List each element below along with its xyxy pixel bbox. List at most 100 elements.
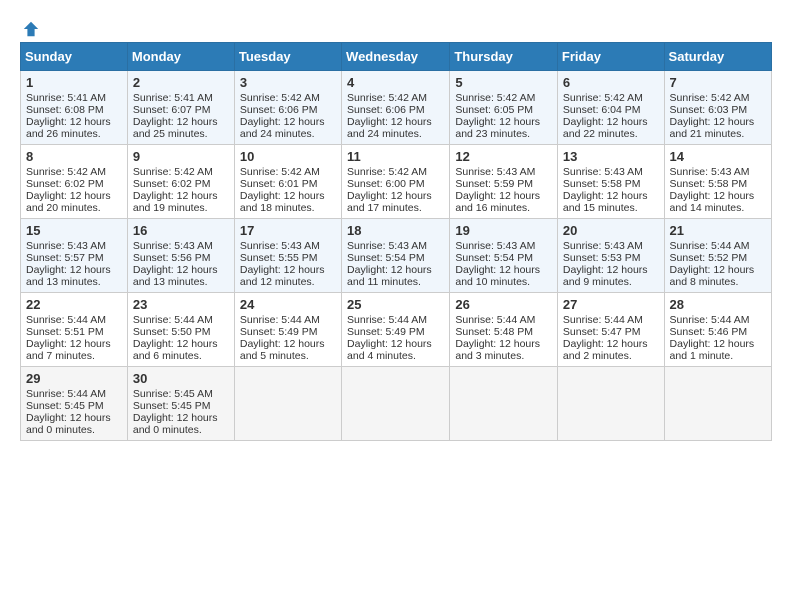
day-number: 11	[347, 149, 444, 164]
day-number: 24	[240, 297, 336, 312]
calendar-day-header: Wednesday	[342, 43, 450, 71]
day-number: 25	[347, 297, 444, 312]
day-number: 15	[26, 223, 122, 238]
sunrise-text: Sunrise: 5:42 AM	[240, 166, 336, 178]
calendar-cell: 25Sunrise: 5:44 AMSunset: 5:49 PMDayligh…	[342, 293, 450, 367]
daylight-text: Daylight: 12 hours and 26 minutes.	[26, 116, 122, 140]
day-number: 19	[455, 223, 552, 238]
sunset-text: Sunset: 5:50 PM	[133, 326, 229, 338]
sunrise-text: Sunrise: 5:42 AM	[347, 92, 444, 104]
calendar-cell: 2 Sunrise: 5:41 AMSunset: 6:07 PMDaylight…	[127, 71, 234, 145]
sunrise-text: Sunrise: 5:42 AM	[563, 92, 659, 104]
day-number: 14	[670, 149, 766, 164]
sunrise-text: Sunrise: 5:43 AM	[240, 240, 336, 252]
daylight-text: Daylight: 12 hours and 12 minutes.	[240, 264, 336, 288]
sunset-text: Sunset: 6:08 PM	[26, 104, 122, 116]
calendar-cell	[342, 367, 450, 441]
sunset-text: Sunset: 6:07 PM	[133, 104, 229, 116]
day-number: 20	[563, 223, 659, 238]
calendar-cell	[450, 367, 558, 441]
sunset-text: Sunset: 5:57 PM	[26, 252, 122, 264]
day-number: 12	[455, 149, 552, 164]
calendar-day-header: Thursday	[450, 43, 558, 71]
day-number: 13	[563, 149, 659, 164]
daylight-text: Daylight: 12 hours and 25 minutes.	[133, 116, 229, 140]
sunrise-text: Sunrise: 5:43 AM	[670, 166, 766, 178]
daylight-text: Daylight: 12 hours and 19 minutes.	[133, 190, 229, 214]
daylight-text: Daylight: 12 hours and 20 minutes.	[26, 190, 122, 214]
daylight-text: Daylight: 12 hours and 9 minutes.	[563, 264, 659, 288]
sunrise-text: Sunrise: 5:44 AM	[455, 314, 552, 326]
sunrise-text: Sunrise: 5:43 AM	[347, 240, 444, 252]
day-number: 22	[26, 297, 122, 312]
sunset-text: Sunset: 5:51 PM	[26, 326, 122, 338]
sunset-text: Sunset: 6:06 PM	[240, 104, 336, 116]
daylight-text: Daylight: 12 hours and 14 minutes.	[670, 190, 766, 214]
calendar-cell: 6Sunrise: 5:42 AMSunset: 6:04 PMDaylight…	[557, 71, 664, 145]
day-number: 4	[347, 75, 444, 90]
calendar-cell: 12Sunrise: 5:43 AMSunset: 5:59 PMDayligh…	[450, 145, 558, 219]
sunrise-text: Sunrise: 5:44 AM	[26, 314, 122, 326]
sunset-text: Sunset: 5:49 PM	[347, 326, 444, 338]
page-header	[20, 20, 772, 32]
day-number: 3	[240, 75, 336, 90]
sunset-text: Sunset: 6:05 PM	[455, 104, 552, 116]
day-number: 27	[563, 297, 659, 312]
sunrise-text: Sunrise: 5:44 AM	[670, 240, 766, 252]
sunset-text: Sunset: 6:02 PM	[133, 178, 229, 190]
daylight-text: Daylight: 12 hours and 15 minutes.	[563, 190, 659, 214]
daylight-text: Daylight: 12 hours and 21 minutes.	[670, 116, 766, 140]
sunrise-text: Sunrise: 5:45 AM	[133, 388, 229, 400]
day-number: 8	[26, 149, 122, 164]
sunrise-text: Sunrise: 5:43 AM	[563, 166, 659, 178]
sunrise-text: Sunrise: 5:42 AM	[670, 92, 766, 104]
sunrise-text: Sunrise: 5:42 AM	[347, 166, 444, 178]
calendar-cell: 10Sunrise: 5:42 AMSunset: 6:01 PMDayligh…	[234, 145, 341, 219]
daylight-text: Daylight: 12 hours and 4 minutes.	[347, 338, 444, 362]
calendar-cell: 27Sunrise: 5:44 AMSunset: 5:47 PMDayligh…	[557, 293, 664, 367]
sunrise-text: Sunrise: 5:42 AM	[26, 166, 122, 178]
sunset-text: Sunset: 6:06 PM	[347, 104, 444, 116]
day-number: 16	[133, 223, 229, 238]
day-number: 2	[133, 75, 229, 90]
sunrise-text: Sunrise: 5:42 AM	[455, 92, 552, 104]
day-number: 29	[26, 371, 122, 386]
sunrise-text: Sunrise: 5:44 AM	[133, 314, 229, 326]
calendar-table: SundayMondayTuesdayWednesdayThursdayFrid…	[20, 42, 772, 441]
daylight-text: Daylight: 12 hours and 24 minutes.	[240, 116, 336, 140]
sunrise-text: Sunrise: 5:43 AM	[26, 240, 122, 252]
daylight-text: Daylight: 12 hours and 7 minutes.	[26, 338, 122, 362]
calendar-cell: 1Sunrise: 5:41 AMSunset: 6:08 PMDaylight…	[21, 71, 128, 145]
calendar-cell: 19Sunrise: 5:43 AMSunset: 5:54 PMDayligh…	[450, 219, 558, 293]
calendar-cell: 13Sunrise: 5:43 AMSunset: 5:58 PMDayligh…	[557, 145, 664, 219]
sunrise-text: Sunrise: 5:44 AM	[240, 314, 336, 326]
calendar-cell: 4Sunrise: 5:42 AMSunset: 6:06 PMDaylight…	[342, 71, 450, 145]
day-number: 21	[670, 223, 766, 238]
calendar-day-header: Sunday	[21, 43, 128, 71]
sunset-text: Sunset: 5:52 PM	[670, 252, 766, 264]
calendar-cell: 11Sunrise: 5:42 AMSunset: 6:00 PMDayligh…	[342, 145, 450, 219]
daylight-text: Daylight: 12 hours and 13 minutes.	[133, 264, 229, 288]
logo	[20, 20, 40, 32]
day-number: 18	[347, 223, 444, 238]
sunset-text: Sunset: 5:48 PM	[455, 326, 552, 338]
daylight-text: Daylight: 12 hours and 13 minutes.	[26, 264, 122, 288]
calendar-cell: 14Sunrise: 5:43 AMSunset: 5:58 PMDayligh…	[664, 145, 771, 219]
calendar-header-row: SundayMondayTuesdayWednesdayThursdayFrid…	[21, 43, 772, 71]
calendar-cell: 8Sunrise: 5:42 AMSunset: 6:02 PMDaylight…	[21, 145, 128, 219]
sunset-text: Sunset: 5:55 PM	[240, 252, 336, 264]
logo-icon	[22, 20, 40, 38]
calendar-cell	[234, 367, 341, 441]
daylight-text: Daylight: 12 hours and 23 minutes.	[455, 116, 552, 140]
calendar-cell: 24Sunrise: 5:44 AMSunset: 5:49 PMDayligh…	[234, 293, 341, 367]
calendar-week-row: 1Sunrise: 5:41 AMSunset: 6:08 PMDaylight…	[21, 71, 772, 145]
day-number: 17	[240, 223, 336, 238]
daylight-text: Daylight: 12 hours and 3 minutes.	[455, 338, 552, 362]
sunrise-text: Sunrise: 5:41 AM	[133, 92, 229, 104]
calendar-cell: 7Sunrise: 5:42 AMSunset: 6:03 PMDaylight…	[664, 71, 771, 145]
sunset-text: Sunset: 5:45 PM	[133, 400, 229, 412]
daylight-text: Daylight: 12 hours and 18 minutes.	[240, 190, 336, 214]
daylight-text: Daylight: 12 hours and 22 minutes.	[563, 116, 659, 140]
daylight-text: Daylight: 12 hours and 17 minutes.	[347, 190, 444, 214]
day-number: 7	[670, 75, 766, 90]
